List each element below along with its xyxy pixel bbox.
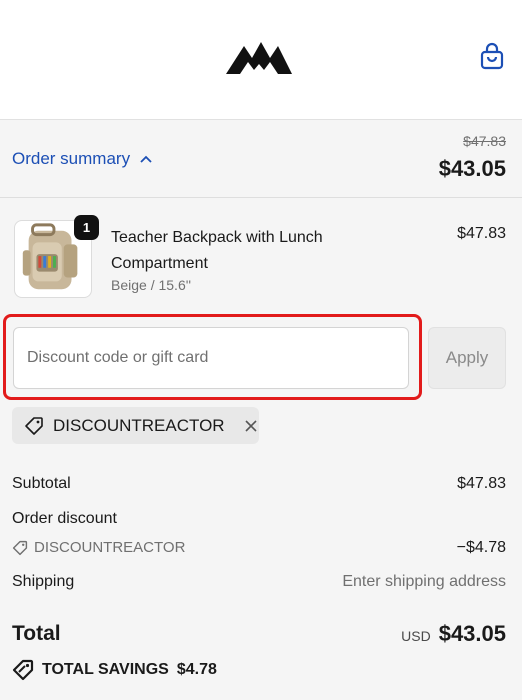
- apply-button[interactable]: Apply: [428, 327, 506, 389]
- total-label: Total: [12, 622, 61, 645]
- applied-discount-chip: DISCOUNTREACTOR: [12, 407, 259, 444]
- order-discount-label: Order discount: [12, 510, 117, 527]
- original-price: $47.83: [463, 133, 506, 149]
- tag-icon: [12, 540, 28, 555]
- mountain-logo-icon[interactable]: [226, 38, 292, 74]
- product-name: Teacher Backpack with Lunch Compartment: [111, 229, 323, 272]
- order-summary-label: Order summary: [12, 149, 131, 168]
- remove-discount-icon[interactable]: [244, 419, 258, 433]
- savings-label: TOTAL SAVINGS: [42, 661, 169, 678]
- site-header: [0, 0, 522, 120]
- product-price: $47.83: [457, 225, 506, 242]
- subtotal-label: Subtotal: [12, 475, 71, 492]
- order-discount-code-text: DISCOUNTREACTOR: [34, 539, 186, 556]
- subtotal-value: $47.83: [457, 475, 506, 492]
- chevron-up-icon: [140, 155, 152, 163]
- savings-tag-icon: [12, 659, 34, 681]
- quantity-badge: 1: [74, 215, 99, 240]
- product-variant: Beige / 15.6'': [111, 277, 192, 293]
- shipping-label: Shipping: [12, 573, 75, 590]
- applied-discount-code: DISCOUNTREACTOR: [53, 415, 225, 435]
- total-savings: TOTAL SAVINGS $4.78: [12, 659, 217, 681]
- shipping-value: Enter shipping address: [342, 573, 506, 590]
- tag-icon: [25, 416, 43, 435]
- summary-price: $43.05: [438, 156, 506, 181]
- currency-code: USD: [401, 628, 431, 644]
- total-amount: USD $43.05: [401, 621, 506, 647]
- order-discount-value: −$4.78: [456, 539, 506, 556]
- savings-value: $4.78: [176, 661, 217, 678]
- shopping-bag-icon[interactable]: [479, 42, 505, 70]
- order-discount-code: DISCOUNTREACTOR: [12, 539, 185, 556]
- order-summary-toggle[interactable]: Order summary: [12, 149, 152, 169]
- discount-code-input[interactable]: [13, 327, 409, 389]
- total-value: $43.05: [438, 621, 506, 646]
